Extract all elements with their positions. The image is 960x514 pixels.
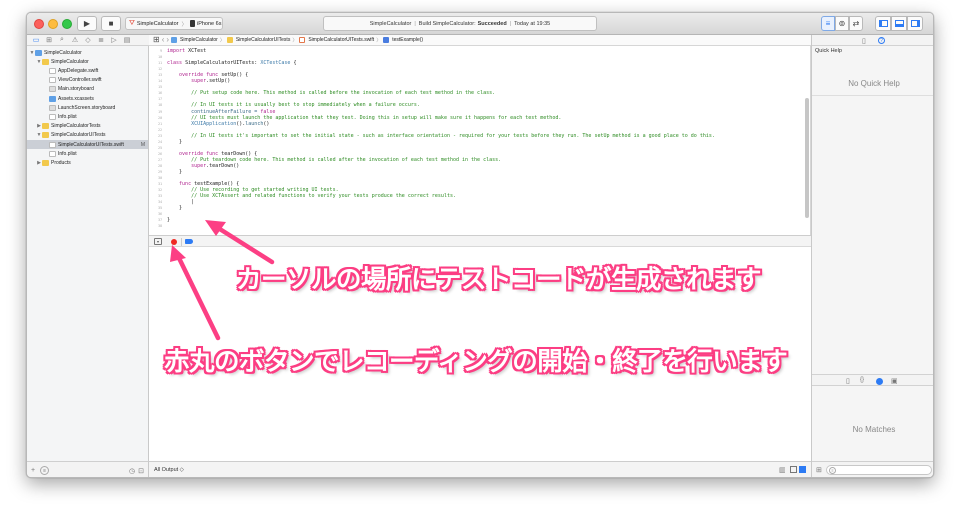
arrow-to-record-button [175,253,221,341]
arrow-to-cursor [212,223,275,265]
cursor-annotation: カーソルの場所にテストコードが生成されます [236,265,762,295]
record-annotation: 赤丸のボタンでレコーディングの開始・終了を行います [164,347,788,377]
arrowhead-record [170,245,186,262]
annotation-arrows [170,220,275,341]
